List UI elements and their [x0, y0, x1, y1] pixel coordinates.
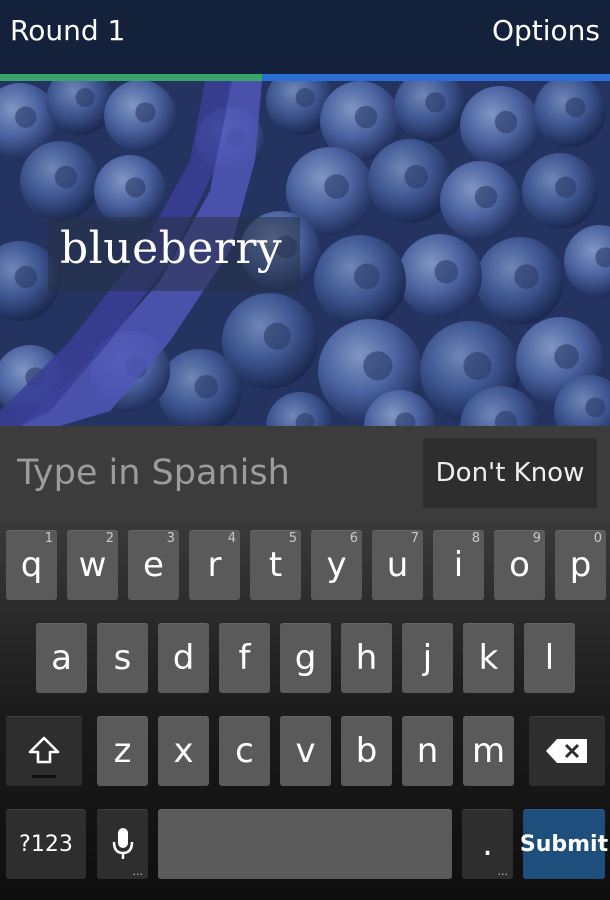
key-r-label: r [207, 545, 222, 585]
key-q[interactable]: q1 [6, 530, 57, 600]
backspace-icon [546, 739, 587, 763]
key-j[interactable]: j [402, 623, 453, 693]
round-title: Round 1 [10, 14, 126, 47]
key-x[interactable]: x [158, 716, 209, 786]
key-e-hint: 3 [166, 531, 175, 546]
submit-label: Submit [519, 831, 609, 857]
key-a[interactable]: a [36, 623, 87, 693]
progress-fill [0, 74, 263, 81]
key-m-label: m [471, 731, 506, 771]
prompt-word: blueberry [60, 223, 283, 274]
key-y[interactable]: y6 [311, 530, 362, 600]
period-more-indicator: ... [497, 865, 509, 878]
key-l-label: l [544, 638, 555, 678]
symbols-key-label: ?123 [19, 831, 73, 857]
key-g[interactable]: g [280, 623, 331, 693]
key-k-label: k [478, 638, 499, 678]
shift-key[interactable] [6, 716, 82, 786]
key-p-label: p [569, 545, 592, 585]
space-key[interactable] [158, 809, 452, 879]
key-c-label: c [235, 731, 254, 771]
key-i-hint: 8 [471, 531, 480, 546]
answer-row: Don't Know [0, 426, 610, 520]
submit-button[interactable]: Submit [519, 809, 609, 879]
key-m[interactable]: m [463, 716, 514, 786]
top-bar: Round 1 Options [0, 0, 610, 74]
period-key[interactable]: . ... [462, 809, 513, 879]
key-d[interactable]: d [158, 623, 209, 693]
key-w-label: w [78, 545, 107, 585]
key-e[interactable]: e3 [128, 530, 179, 600]
key-w[interactable]: w2 [67, 530, 118, 600]
key-b[interactable]: b [341, 716, 392, 786]
key-x-label: x [173, 731, 194, 771]
key-q-label: q [20, 545, 43, 585]
key-u-label: u [386, 545, 409, 585]
key-r-hint: 4 [227, 531, 236, 546]
key-k[interactable]: k [463, 623, 514, 693]
key-v[interactable]: v [280, 716, 331, 786]
key-s[interactable]: s [97, 623, 148, 693]
shift-icon [28, 736, 60, 764]
options-button[interactable]: Options [492, 14, 600, 47]
key-z[interactable]: z [97, 716, 148, 786]
key-o-hint: 9 [532, 531, 541, 546]
key-n[interactable]: n [402, 716, 453, 786]
key-i[interactable]: i8 [433, 530, 484, 600]
microphone-icon [112, 828, 133, 859]
key-s-label: s [113, 638, 132, 678]
key-r[interactable]: r4 [189, 530, 240, 600]
key-y-label: y [326, 545, 347, 585]
word-card: blueberry [48, 217, 300, 291]
key-e-label: e [143, 545, 164, 585]
key-l[interactable]: l [524, 623, 575, 693]
key-o[interactable]: o9 [494, 530, 545, 600]
key-o-label: o [509, 545, 530, 585]
key-j-label: j [422, 638, 433, 678]
key-h[interactable]: h [341, 623, 392, 693]
key-p-hint: 0 [593, 531, 602, 546]
prompt-image: blueberry [0, 81, 610, 426]
key-v-label: v [295, 731, 316, 771]
answer-input[interactable] [0, 426, 420, 520]
dont-know-button[interactable]: Don't Know [423, 438, 597, 508]
symbols-key[interactable]: ?123 [6, 809, 86, 879]
key-q-hint: 1 [44, 531, 53, 546]
key-a-label: a [51, 638, 72, 678]
key-b-label: b [355, 731, 378, 771]
key-g-label: g [294, 638, 317, 678]
backspace-key[interactable] [529, 716, 605, 786]
key-d-label: d [172, 638, 195, 678]
key-p[interactable]: p0 [555, 530, 606, 600]
key-z-label: z [113, 731, 132, 771]
progress-bar [0, 74, 610, 81]
key-f[interactable]: f [219, 623, 270, 693]
key-h-label: h [355, 638, 378, 678]
on-screen-keyboard: q1w2e3r4t5y6u7i8o9p0 asdfghjkl zxcvbnm ?… [0, 520, 610, 900]
mic-more-indicator: ... [132, 865, 144, 878]
key-n-label: n [416, 731, 439, 771]
key-u[interactable]: u7 [372, 530, 423, 600]
key-f-label: f [238, 638, 251, 678]
key-t-hint: 5 [288, 531, 297, 546]
key-y-hint: 6 [349, 531, 358, 546]
key-w-hint: 2 [105, 531, 114, 546]
key-c[interactable]: c [219, 716, 270, 786]
key-t-label: t [268, 545, 283, 585]
key-i-label: i [453, 545, 464, 585]
key-t[interactable]: t5 [250, 530, 301, 600]
key-u-hint: 7 [410, 531, 419, 546]
microphone-key[interactable]: ... [97, 809, 148, 879]
period-key-label: . [482, 824, 493, 864]
